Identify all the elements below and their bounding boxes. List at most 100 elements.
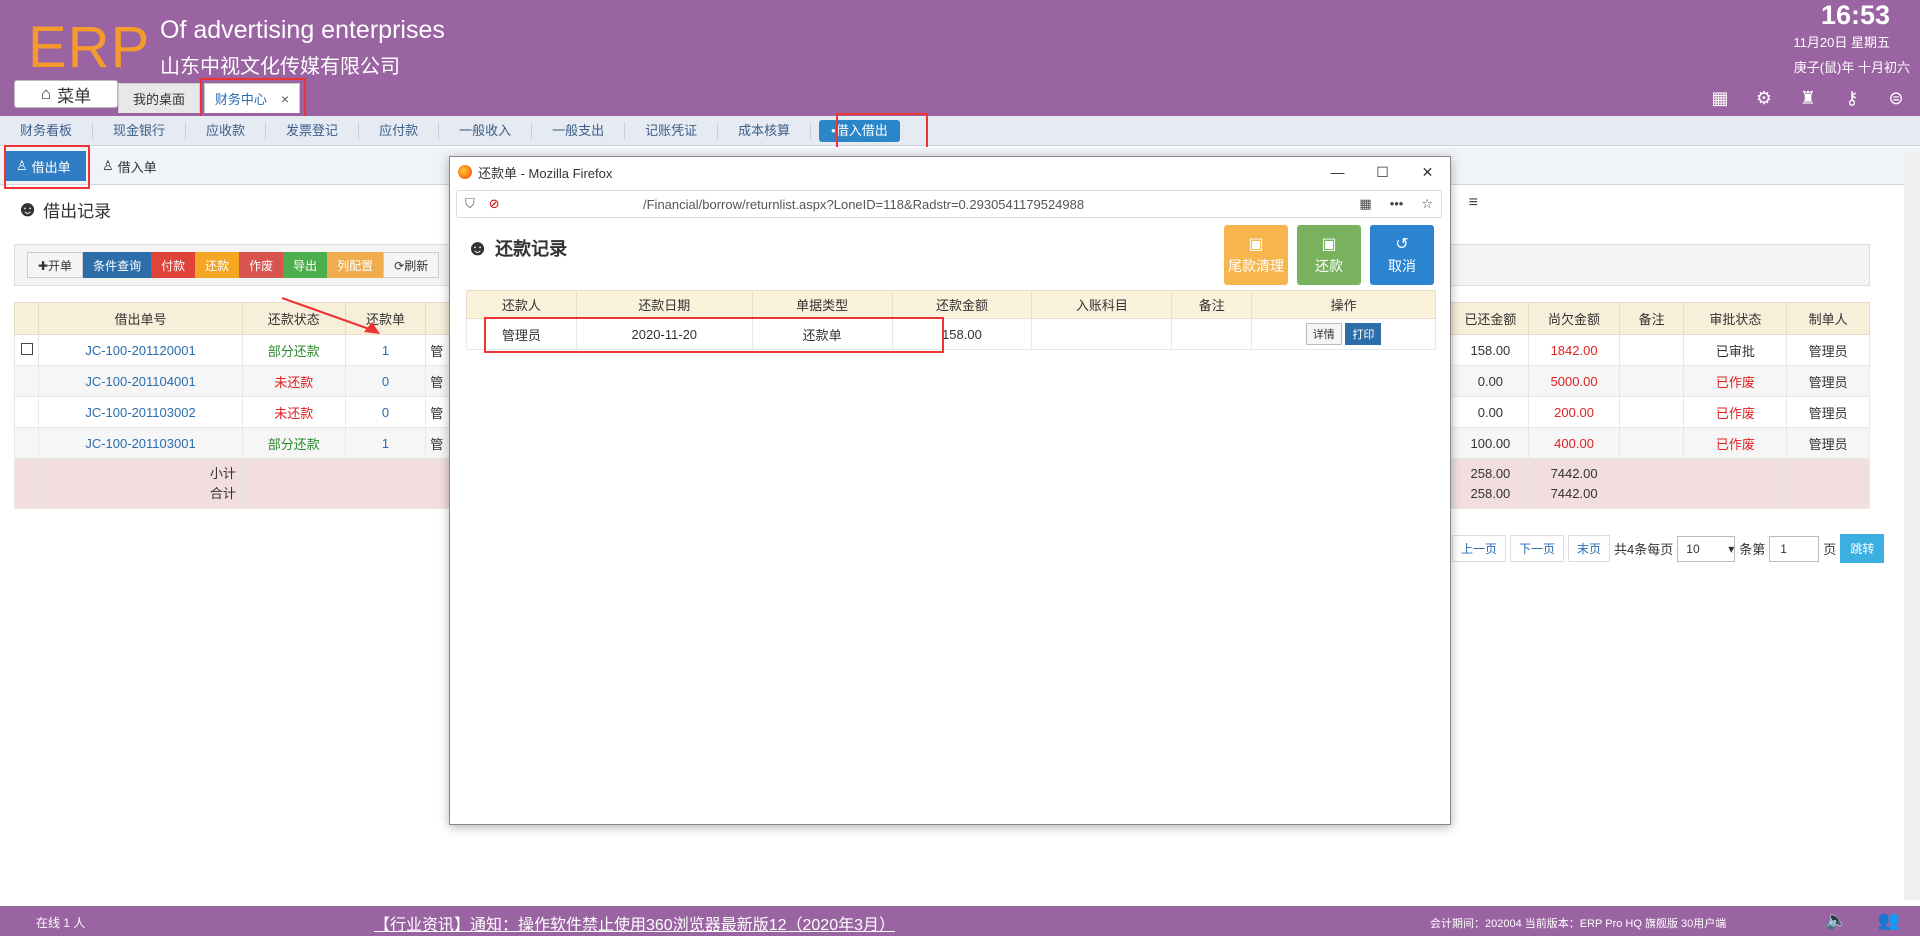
close-icon[interactable]: ✕ <box>1405 157 1450 187</box>
nav-borrow-lend[interactable]: •借入借出 <box>819 119 900 142</box>
speaker-icon[interactable]: 🔈 <box>1825 910 1847 931</box>
void-button[interactable]: 作废 <box>239 252 284 278</box>
cancel-button[interactable]: ↺ 取消 <box>1370 225 1434 285</box>
key-icon[interactable]: ⚷ <box>1842 88 1862 108</box>
col-note: 备注 <box>1171 290 1253 319</box>
refresh-button[interactable]: ⟳刷新 <box>383 252 440 278</box>
window-controls: — ☐ ✕ <box>1315 157 1450 187</box>
detail-button[interactable]: 详情 <box>1305 323 1342 345</box>
query-button[interactable]: 条件查询 <box>83 252 152 278</box>
button-label: 取消 <box>1388 258 1416 274</box>
tab-label: 借入单 <box>117 159 157 175</box>
order-no-link[interactable]: JC-100-201103001 <box>38 427 243 459</box>
column-config-button[interactable]: 列配置 <box>327 252 384 278</box>
clothes-icon[interactable]: ♜ <box>1798 88 1818 108</box>
print-button[interactable]: 打印 <box>1345 323 1382 345</box>
repay-status: 未还款 <box>241 396 346 428</box>
repay-person: 管理员 <box>466 318 577 350</box>
status-bar: 在线 1 人 【行业资讯】通知：操作软件禁止使用360浏览器最新版12（2020… <box>0 906 1920 936</box>
news-link[interactable]: 【行业资讯】通知：操作软件禁止使用360浏览器最新版12（2020年3月） <box>374 911 895 935</box>
nav-general-expense[interactable]: 一般支出 <box>532 121 626 140</box>
menu-label: 菜单 <box>57 86 92 106</box>
mascot-icon: ☻ <box>16 196 40 221</box>
collapse-icon[interactable]: ⊜ <box>1886 88 1906 108</box>
nav-finance-board[interactable]: 财务看板 <box>0 121 94 140</box>
empty-cell <box>13 396 40 428</box>
more-icon[interactable]: ••• <box>1390 196 1404 212</box>
repayment-table: 还款人 还款日期 单据类型 还款金额 入账科目 备注 操作 管理员 2020-1… <box>466 290 1436 350</box>
empty-cell <box>13 458 40 509</box>
nav-general-income[interactable]: 一般收入 <box>439 121 533 140</box>
new-button[interactable]: ✚开单 <box>27 252 84 278</box>
page-input[interactable]: 1 <box>1769 535 1820 562</box>
approval-status: 已审批 <box>1683 334 1788 366</box>
table-row[interactable]: 管理员 2020-11-20 还款单 158.00 详情 打印 <box>466 318 1436 350</box>
next-page-button[interactable]: 下一页 <box>1510 535 1565 562</box>
close-icon[interactable]: × <box>281 91 289 107</box>
col-count: 还款单 <box>344 302 427 335</box>
export-button[interactable]: 导出 <box>283 252 328 278</box>
nav-voucher[interactable]: 记账凭证 <box>625 121 719 140</box>
subtotal-owed: 7442.00 <box>1550 465 1598 481</box>
users-icon[interactable]: 👥 <box>1878 910 1900 931</box>
url-bar[interactable]: ⛉ ⊘ /Financial/borrow/returnlist.aspx?Lo… <box>456 190 1442 218</box>
tab-lend-out[interactable]: ♙ 借出单 <box>6 151 86 181</box>
shield-icon[interactable]: ⛉ <box>465 196 475 212</box>
url-actions: ▦ ••• ☆ <box>1359 196 1433 212</box>
repay-button[interactable]: 还款 <box>195 252 240 278</box>
pay-button[interactable]: 付款 <box>151 252 196 278</box>
repay-count-link[interactable]: 1 <box>344 334 427 366</box>
minimize-icon[interactable]: — <box>1315 157 1360 187</box>
paid-amount: 0.00 <box>1451 396 1530 428</box>
order-no-link[interactable]: JC-100-201104001 <box>38 365 243 397</box>
popup-titlebar[interactable]: 还款单 - Mozilla Firefox — ☐ ✕ <box>450 157 1450 187</box>
nav-cash-bank[interactable]: 现金银行 <box>93 121 187 140</box>
cash-icon: ▣ <box>1321 236 1337 253</box>
col-check <box>13 302 40 335</box>
nav-payables[interactable]: 应付款 <box>359 121 440 140</box>
order-no-link[interactable]: JC-100-201103002 <box>38 396 243 428</box>
repay-status: 部分还款 <box>241 427 346 459</box>
row-checkbox[interactable] <box>13 334 40 366</box>
url-text[interactable]: /Financial/borrow/returnlist.aspx?LoneID… <box>643 197 1084 212</box>
prev-page-button[interactable]: 上一页 <box>1452 535 1507 562</box>
col-paid: 已还金额 <box>1451 302 1530 335</box>
tab-finance-center[interactable]: 财务中心 × <box>204 83 300 113</box>
tab-borrow-in[interactable]: ♙ 借入单 <box>92 151 167 181</box>
nav-invoice[interactable]: 发票登记 <box>266 121 360 140</box>
repay-button[interactable]: ▣ 还款 <box>1297 225 1361 285</box>
owed-amount: 200.00 <box>1528 396 1620 428</box>
hamburger-menu-icon[interactable]: ≡ <box>1469 194 1478 212</box>
last-page-button[interactable]: 末页 <box>1568 535 1611 562</box>
page-title: ☻ 借出记录 <box>16 196 111 222</box>
balance-clear-button[interactable]: ▣ 尾款清理 <box>1224 225 1288 285</box>
gear-icon[interactable]: ⚙ <box>1754 88 1774 108</box>
vertical-scrollbar[interactable] <box>1904 152 1920 900</box>
order-no-link[interactable]: JC-100-201120001 <box>38 334 243 366</box>
col-no: 借出单号 <box>38 302 243 335</box>
grid-add-icon[interactable]: ▦ <box>1710 88 1730 108</box>
col-maker: 制单人 <box>1786 302 1870 335</box>
account <box>1031 318 1173 350</box>
nav-receivables[interactable]: 应收款 <box>186 121 267 140</box>
total-label: 合计 <box>209 485 236 501</box>
col-owed: 尚欠金额 <box>1528 302 1620 335</box>
repay-count-link[interactable]: 1 <box>344 427 427 459</box>
note <box>1618 334 1685 366</box>
maximize-icon[interactable]: ☐ <box>1360 157 1405 187</box>
paid-amount: 158.00 <box>1451 334 1530 366</box>
footer-icons: 🔈 👥 <box>1825 910 1900 931</box>
qr-icon[interactable]: ▦ <box>1359 196 1371 212</box>
star-icon[interactable]: ☆ <box>1421 196 1433 212</box>
repay-count-link[interactable]: 0 <box>344 396 427 428</box>
per-page-select[interactable]: 10 ▾ <box>1677 535 1736 562</box>
go-button[interactable]: 跳转 <box>1840 534 1885 563</box>
nav-cost[interactable]: 成本核算 <box>718 121 812 140</box>
empty-cell <box>1683 458 1788 509</box>
col-person: 还款人 <box>466 290 577 319</box>
repay-count-link[interactable]: 0 <box>344 365 427 397</box>
menu-button[interactable]: ⌂ 菜单 <box>14 80 118 108</box>
clock-time: 16:53 <box>1820 0 1890 30</box>
tab-my-desktop[interactable]: 我的桌面 <box>118 83 200 113</box>
window-title: 还款单 - Mozilla Firefox <box>478 165 613 181</box>
